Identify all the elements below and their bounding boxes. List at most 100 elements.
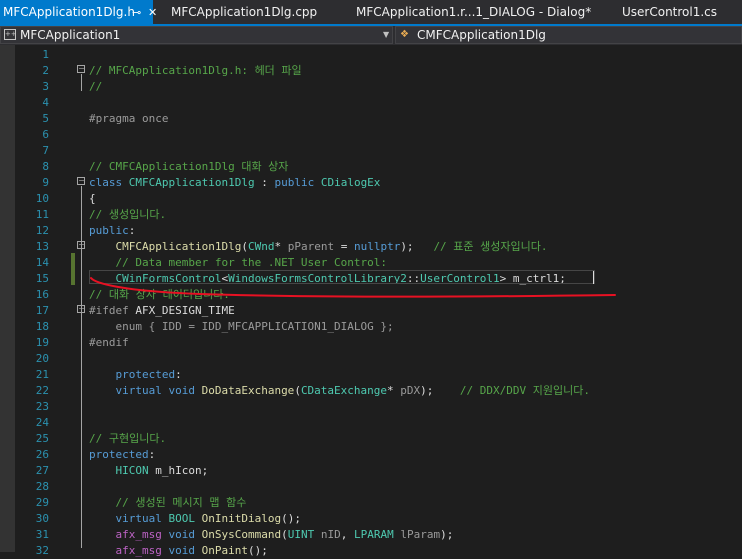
code-token: protected: [115, 368, 176, 381]
close-tab-icon[interactable]: ✕: [148, 0, 157, 25]
code-token: BOOL: [168, 512, 195, 525]
code-line[interactable]: 20: [0, 351, 742, 367]
chevron-down-icon[interactable]: ▼: [383, 27, 389, 43]
line-code: // 구현입니다.: [89, 431, 166, 447]
line-number: 11: [35, 208, 49, 221]
pin-tab-icon[interactable]: ⊸: [132, 0, 141, 25]
code-line[interactable]: 30 virtual BOOL OnInitDialog();: [0, 511, 742, 527]
code-line[interactable]: 32 afx_msg void OnPaint();: [0, 543, 742, 559]
class-icon: ❖: [400, 29, 409, 40]
code-token: // 구현입니다.: [89, 432, 167, 445]
code-token: HICON: [115, 464, 149, 477]
code-line[interactable]: 8 // CMFCApplication1Dlg 대화 상자: [0, 159, 742, 175]
code-line[interactable]: 11 // 생성입니다.: [0, 207, 742, 223]
code-token: CDialogEx: [320, 176, 381, 189]
code-token: public: [274, 176, 321, 189]
code-line[interactable]: 19 #endif: [0, 335, 742, 351]
code-token: ,: [340, 528, 354, 541]
cpp-project-icon: ++: [4, 29, 17, 40]
code-token: afx_msg: [115, 528, 162, 541]
code-line[interactable]: 3 //: [0, 79, 742, 95]
code-token: class: [89, 176, 129, 189]
code-token: virtual void: [115, 384, 202, 397]
fold-toggle-icon[interactable]: −: [77, 241, 85, 249]
code-token: nID: [320, 528, 341, 541]
code-line[interactable]: 29 // 생성된 메시지 맵 함수: [0, 495, 742, 511]
line-number: 9: [42, 176, 49, 189]
scope-dropdown[interactable]: ❖ CMFCApplication1Dlg: [395, 26, 742, 44]
code-token: // 생성입니다.: [89, 208, 167, 221]
code-token: *: [387, 384, 401, 397]
code-token: ();: [247, 544, 268, 557]
tab-dialog-resource[interactable]: MFCApplication1.r...1_DIALOG - Dialog*: [356, 0, 591, 25]
tab-usercontrol1-cs[interactable]: UserControl1.cs: [622, 0, 717, 25]
line-code: protected:: [89, 447, 155, 463]
tab-mfcapplication1dlg-cpp[interactable]: MFCApplication1Dlg.cpp: [171, 0, 317, 25]
code-token: // MFCApplication1Dlg.h: 헤더 파일: [89, 64, 302, 77]
code-line[interactable]: 1: [0, 47, 742, 63]
code-line[interactable]: 27 HICON m_hIcon;: [0, 463, 742, 479]
code-line[interactable]: 7: [0, 143, 742, 159]
code-line[interactable]: 18 enum { IDD = IDD_MFCAPPLICATION1_DIAL…: [0, 319, 742, 335]
code-token: #pragma once: [89, 112, 169, 125]
code-line[interactable]: 4: [0, 95, 742, 111]
line-code: virtual BOOL OnInitDialog();: [89, 511, 301, 527]
code-line[interactable]: 17 #ifdef AFX_DESIGN_TIME: [0, 303, 742, 319]
code-line[interactable]: 31 afx_msg void OnSysCommand(UINT nID, L…: [0, 527, 742, 543]
fold-toggle-icon[interactable]: −: [77, 65, 85, 73]
code-token: pParent: [287, 240, 335, 253]
code-line[interactable]: 6: [0, 127, 742, 143]
code-token: LPARAM: [353, 528, 394, 541]
code-line[interactable]: 2 // MFCApplication1Dlg.h: 헤더 파일: [0, 63, 742, 79]
code-line[interactable]: 10 {: [0, 191, 742, 207]
tab-mfcapplication1dlg-h[interactable]: MFCApplication1Dlg.h: [0, 0, 153, 25]
code-line[interactable]: 23: [0, 399, 742, 415]
code-line[interactable]: 28: [0, 479, 742, 495]
code-line[interactable]: 24: [0, 415, 742, 431]
code-token: afx_msg: [115, 544, 162, 557]
project-dropdown[interactable]: ++ MFCApplication1 ▼: [0, 26, 393, 44]
line-number: 10: [35, 192, 49, 205]
code-token: #endif: [89, 336, 129, 349]
code-line[interactable]: 12 public:: [0, 223, 742, 239]
line-number: 3: [42, 80, 49, 93]
code-line[interactable]: 5 #pragma once: [0, 111, 742, 127]
code-token: (: [281, 528, 288, 541]
code-line[interactable]: 22 virtual void DoDataExchange(CDataExch…: [0, 383, 742, 399]
code-line[interactable]: 13 CMFCApplication1Dlg(CWnd* pParent = n…: [0, 239, 742, 255]
code-token: // DDX/DDV 지원입니다.: [459, 384, 590, 397]
code-line[interactable]: 9 class CMFCApplication1Dlg : public CDia…: [0, 175, 742, 191]
code-line[interactable]: 14 // Data member for the .NET User Cont…: [0, 255, 742, 271]
code-line[interactable]: 26 protected:: [0, 447, 742, 463]
code-token: // CMFCApplication1Dlg 대화 상자: [89, 160, 289, 173]
line-number: 29: [35, 496, 49, 509]
code-line[interactable]: 16 // 대화 상자 데이터입니다.: [0, 287, 742, 303]
code-token: :: [148, 448, 156, 461]
line-code: {: [89, 191, 96, 207]
line-number: 7: [42, 144, 49, 157]
line-code: // 생성된 메시지 맵 함수: [89, 495, 247, 511]
line-number: 13: [35, 240, 49, 253]
text-cursor: [593, 271, 594, 284]
code-line[interactable]: 21 protected:: [0, 367, 742, 383]
line-number: 16: [35, 288, 49, 301]
fold-toggle-icon[interactable]: −: [77, 305, 85, 313]
code-token: OnPaint: [201, 544, 248, 557]
code-line[interactable]: 25 // 구현입니다.: [0, 431, 742, 447]
line-number: 5: [42, 112, 49, 125]
line-number: 30: [35, 512, 49, 525]
current-line-highlight: [89, 270, 595, 284]
line-code: // Data member for the .NET User Control…: [89, 255, 388, 271]
fold-toggle-icon[interactable]: −: [77, 177, 85, 185]
code-token: :: [254, 176, 275, 189]
code-token: UINT: [287, 528, 315, 541]
line-number: 15: [35, 272, 49, 285]
code-editor[interactable]: 1 2// MFCApplication1Dlg.h: 헤더 파일 3//4 5 #pr…: [0, 45, 742, 557]
code-token: enum { IDD = IDD_MFCAPPLICATION1_DIALOG …: [115, 320, 394, 333]
